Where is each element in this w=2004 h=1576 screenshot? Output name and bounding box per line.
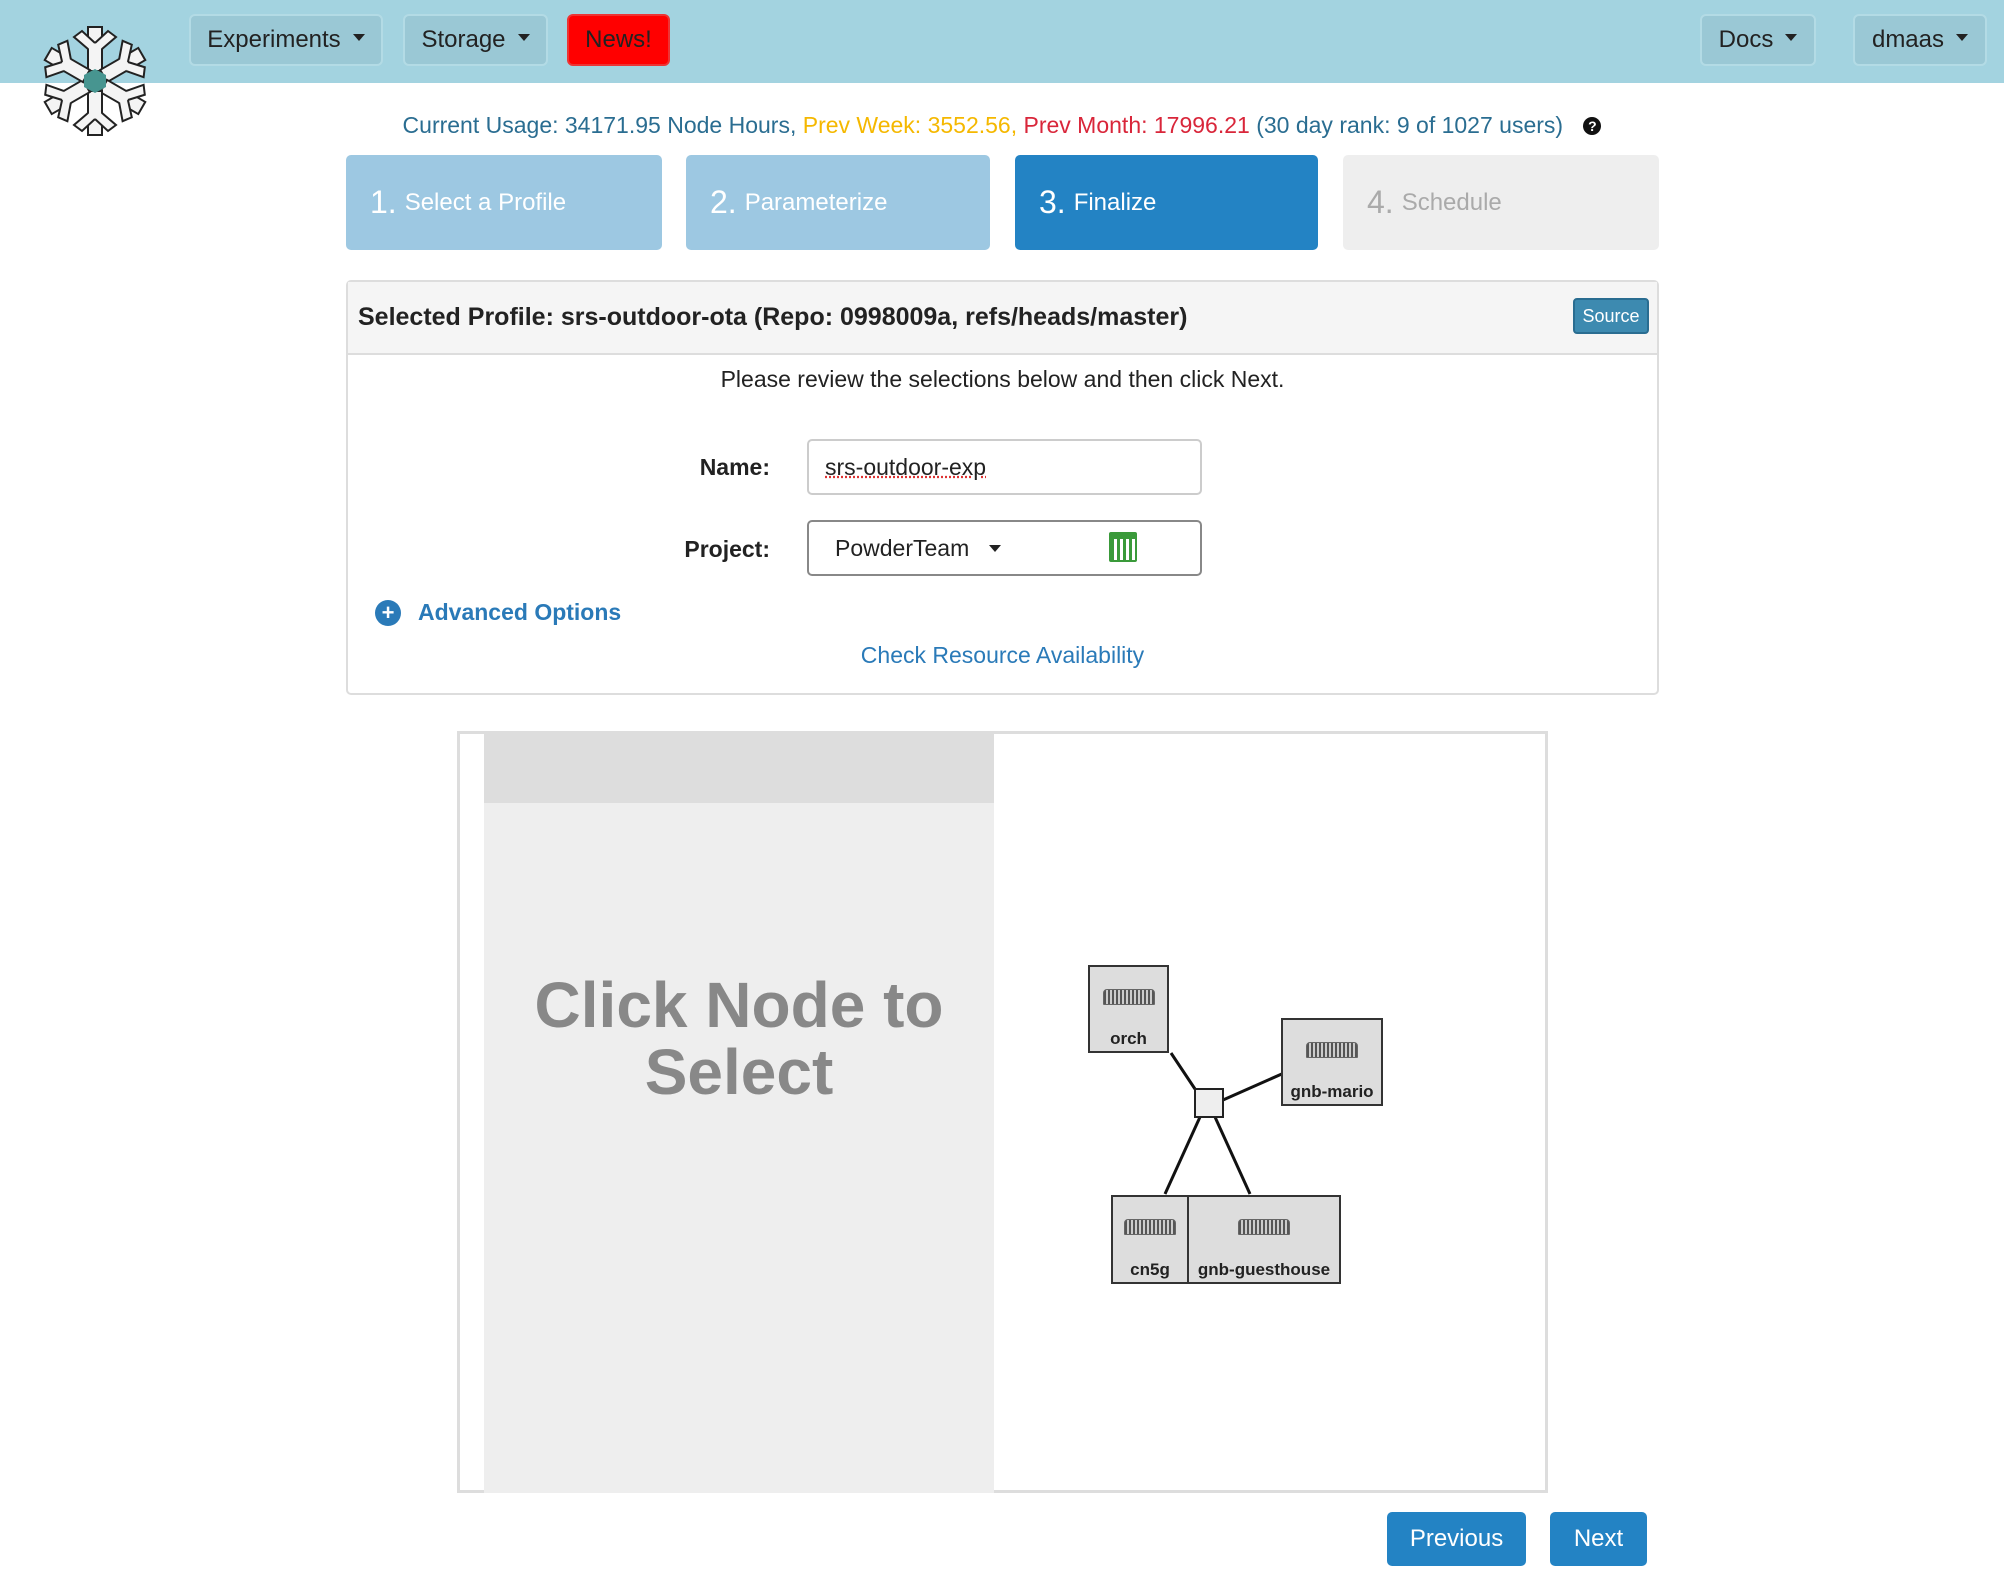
step-select-profile[interactable]: 1. Select a Profile	[346, 155, 662, 250]
caret-down-icon	[517, 33, 530, 41]
navbar: Experiments Storage News! Docs dmaas	[0, 0, 2004, 83]
step-number: 4.	[1367, 184, 1394, 220]
instructions-text: Please review the selections below and t…	[720, 366, 1285, 392]
topology-links	[1163, 1052, 1285, 1195]
step-label: Parameterize	[744, 188, 888, 216]
source-button[interactable]: Source	[1573, 298, 1649, 334]
step-label: Finalize	[1073, 188, 1157, 216]
help-icon[interactable]: ?	[1583, 117, 1602, 135]
prev-month-usage: Prev Month: 17996.21	[1017, 112, 1250, 138]
step-number: 3.	[1039, 184, 1066, 220]
lan-switch[interactable]	[1194, 1088, 1224, 1118]
selected-profile-title: Selected Profile: srs-outdoor-ota (Repo:…	[358, 303, 1188, 331]
caret-down-icon	[989, 544, 1002, 552]
node-orch[interactable]: orch	[1088, 965, 1169, 1053]
name-label: Name:	[699, 454, 770, 480]
server-icon	[1102, 989, 1155, 1005]
user-label: dmaas	[1871, 26, 1945, 53]
advanced-options-link[interactable]: Advanced Options	[418, 599, 621, 626]
project-select[interactable]: PowderTeam	[807, 520, 1202, 576]
previous-button[interactable]: Previous	[1387, 1512, 1526, 1566]
calendar-icon[interactable]	[1109, 532, 1137, 562]
usage-rank: (30 day rank: 9 of 1027 users)	[1249, 112, 1564, 138]
step-finalize[interactable]: 3. Finalize	[1015, 155, 1318, 250]
next-button[interactable]: Next	[1550, 1512, 1647, 1566]
server-icon	[1306, 1042, 1358, 1058]
topology-viewer: Click Node to Select orch gnb-mario cn5g…	[457, 731, 1548, 1493]
node-label: cn5g	[1130, 1260, 1170, 1279]
project-value: PowderTeam	[835, 534, 970, 561]
step-label: Schedule	[1401, 188, 1502, 216]
link-gnb-guesthouse	[1213, 1116, 1252, 1195]
experiments-label: Experiments	[207, 26, 341, 53]
project-label: Project:	[684, 536, 770, 562]
node-label: orch	[1110, 1029, 1147, 1048]
docs-label: Docs	[1718, 26, 1774, 53]
storage-menu[interactable]: Storage	[403, 14, 548, 66]
news-label: News!	[585, 26, 652, 53]
name-value: srs-outdoor-exp	[825, 453, 987, 480]
storage-label: Storage	[421, 26, 506, 53]
profile-panel: Selected Profile: srs-outdoor-ota (Repo:…	[346, 280, 1659, 695]
step-parameterize[interactable]: 2. Parameterize	[686, 155, 990, 250]
experiments-menu[interactable]: Experiments	[189, 14, 383, 66]
link-orch	[1169, 1052, 1197, 1090]
step-label: Select a Profile	[404, 188, 567, 216]
panel-header: Selected Profile: srs-outdoor-ota (Repo:…	[348, 282, 1657, 355]
link-cn5g	[1163, 1116, 1202, 1195]
caret-down-icon	[352, 33, 365, 41]
current-usage: Current Usage: 34171.95 Node Hours,	[402, 112, 797, 138]
docs-menu[interactable]: Docs	[1700, 14, 1816, 66]
news-button[interactable]: News!	[567, 14, 670, 66]
step-number: 2.	[710, 184, 737, 220]
step-schedule: 4. Schedule	[1343, 155, 1659, 250]
plus-circle-icon[interactable]: +	[375, 600, 401, 626]
node-gnb-guesthouse[interactable]: gnb-guesthouse	[1187, 1195, 1341, 1284]
server-icon	[1238, 1219, 1290, 1235]
caret-down-icon	[1956, 33, 1969, 41]
node-label: gnb-mario	[1290, 1082, 1374, 1101]
usage-summary: Current Usage: 34171.95 Node Hours, Prev…	[0, 112, 2004, 139]
prev-week-usage: Prev Week: 3552.56,	[796, 112, 1018, 138]
server-icon	[1124, 1219, 1176, 1235]
check-availability-link[interactable]: Check Resource Availability	[348, 642, 1657, 669]
caret-down-icon	[1785, 33, 1798, 41]
node-label: gnb-guesthouse	[1197, 1260, 1331, 1279]
node-gnb-mario[interactable]: gnb-mario	[1281, 1018, 1383, 1106]
step-number: 1.	[370, 184, 397, 220]
name-input[interactable]: srs-outdoor-exp	[807, 439, 1202, 495]
user-menu[interactable]: dmaas	[1853, 14, 1987, 66]
link-gnb-mario	[1222, 1071, 1285, 1102]
node-cn5g[interactable]: cn5g	[1111, 1195, 1189, 1284]
